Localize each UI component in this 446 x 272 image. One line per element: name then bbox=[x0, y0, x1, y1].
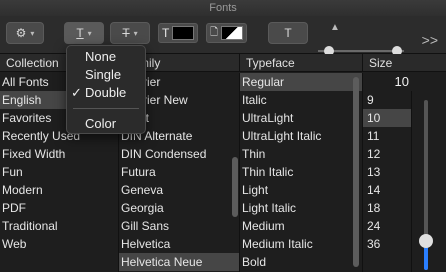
shadow-icon: T bbox=[284, 26, 292, 40]
size-slider-knob[interactable] bbox=[419, 234, 433, 248]
size-item[interactable]: 9 bbox=[363, 91, 411, 109]
collection-item[interactable]: Modern bbox=[0, 181, 118, 199]
size-list[interactable]: 9 10 11 12 13 14 18 24 36 bbox=[363, 91, 411, 272]
collection-item[interactable]: Web bbox=[0, 235, 118, 253]
size-item[interactable]: 14 bbox=[363, 181, 411, 199]
document-icon: 🗋 bbox=[210, 26, 219, 38]
collection-item[interactable]: Traditional bbox=[0, 217, 118, 235]
typeface-item[interactable]: UltraLight bbox=[240, 109, 362, 127]
toolbar-overflow-icon[interactable]: >> bbox=[422, 32, 438, 48]
typeface-item[interactable]: Light bbox=[240, 181, 362, 199]
menu-item-single[interactable]: Single bbox=[67, 66, 145, 84]
document-color-button[interactable]: 🗋 bbox=[206, 23, 248, 43]
strikethrough-button[interactable]: T ▾ bbox=[110, 22, 150, 44]
typeface-scrollbar[interactable] bbox=[353, 77, 359, 267]
typeface-item[interactable]: Medium bbox=[240, 217, 362, 235]
typeface-item[interactable]: Italic bbox=[240, 91, 362, 109]
menu-item-none[interactable]: None bbox=[67, 48, 145, 66]
underline-icon: T bbox=[76, 26, 84, 40]
header-size: Size bbox=[369, 56, 393, 70]
menu-separator bbox=[73, 108, 139, 109]
size-item[interactable]: 10 bbox=[363, 109, 411, 127]
header-typeface: Typeface bbox=[240, 54, 363, 72]
menu-item-color[interactable]: Color bbox=[67, 115, 145, 133]
typeface-item[interactable]: Thin bbox=[240, 145, 362, 163]
menu-item-label: Double bbox=[85, 85, 127, 100]
typeface-item[interactable]: UltraLight Italic bbox=[240, 127, 362, 145]
typeface-item[interactable]: Light Italic bbox=[240, 199, 362, 217]
family-item[interactable]: Helvetica bbox=[119, 235, 239, 253]
family-item[interactable]: Georgia bbox=[119, 199, 239, 217]
window-title: Fonts bbox=[0, 0, 446, 16]
action-gear-button[interactable]: ⚙ ▾ bbox=[6, 22, 44, 44]
menu-item-label: None bbox=[85, 49, 117, 64]
menu-item-label: Single bbox=[85, 67, 122, 82]
text-color-button[interactable]: T bbox=[158, 23, 199, 43]
typeface-item[interactable]: Bold bbox=[240, 253, 362, 271]
collection-item[interactable]: PDF bbox=[0, 199, 118, 217]
chevron-down-icon: ▾ bbox=[133, 28, 138, 38]
shadow-opacity-icon: ▲ bbox=[330, 22, 340, 33]
size-item[interactable]: 36 bbox=[363, 235, 411, 253]
text-color-swatch[interactable] bbox=[172, 26, 195, 40]
size-item[interactable]: 13 bbox=[363, 163, 411, 181]
gear-icon: ⚙ bbox=[15, 26, 27, 40]
size-item[interactable]: 12 bbox=[363, 145, 411, 163]
strikethrough-icon: T bbox=[122, 26, 130, 40]
family-item[interactable]: Gill Sans bbox=[119, 217, 239, 235]
menu-item-double[interactable]: ✓ Double bbox=[67, 84, 145, 102]
size-input[interactable]: 10 bbox=[363, 73, 411, 91]
chevron-down-icon: ▾ bbox=[30, 28, 35, 38]
family-item[interactable]: Futura bbox=[119, 163, 239, 181]
checkmark-icon: ✓ bbox=[71, 85, 82, 100]
underline-button[interactable]: T ▾ bbox=[64, 22, 104, 44]
size-item[interactable]: 24 bbox=[363, 217, 411, 235]
typeface-item[interactable]: Medium Italic bbox=[240, 235, 362, 253]
size-divider bbox=[411, 91, 412, 272]
family-item[interactable]: Helvetica Neue bbox=[119, 253, 239, 271]
chevron-down-icon: ▾ bbox=[87, 28, 92, 38]
typeface-item[interactable]: Regular bbox=[240, 73, 362, 91]
document-color-swatch[interactable] bbox=[221, 26, 244, 40]
size-item[interactable]: 18 bbox=[363, 199, 411, 217]
collection-item[interactable]: Fixed Width bbox=[0, 145, 118, 163]
underline-menu: None Single ✓ Double Color bbox=[66, 45, 146, 134]
collection-item[interactable]: Fun bbox=[0, 163, 118, 181]
typeface-item[interactable]: Thin Italic bbox=[240, 163, 362, 181]
menu-item-label: Color bbox=[85, 116, 117, 131]
text-shadow-button[interactable]: T bbox=[268, 22, 308, 44]
text-color-icon: T bbox=[162, 26, 170, 40]
family-scrollbar[interactable] bbox=[232, 157, 238, 217]
family-item[interactable]: DIN Condensed bbox=[119, 145, 239, 163]
size-item[interactable]: 11 bbox=[363, 127, 411, 145]
typeface-list[interactable]: Regular Italic UltraLight UltraLight Italic… bbox=[240, 73, 363, 272]
family-item[interactable]: Geneva bbox=[119, 181, 239, 199]
